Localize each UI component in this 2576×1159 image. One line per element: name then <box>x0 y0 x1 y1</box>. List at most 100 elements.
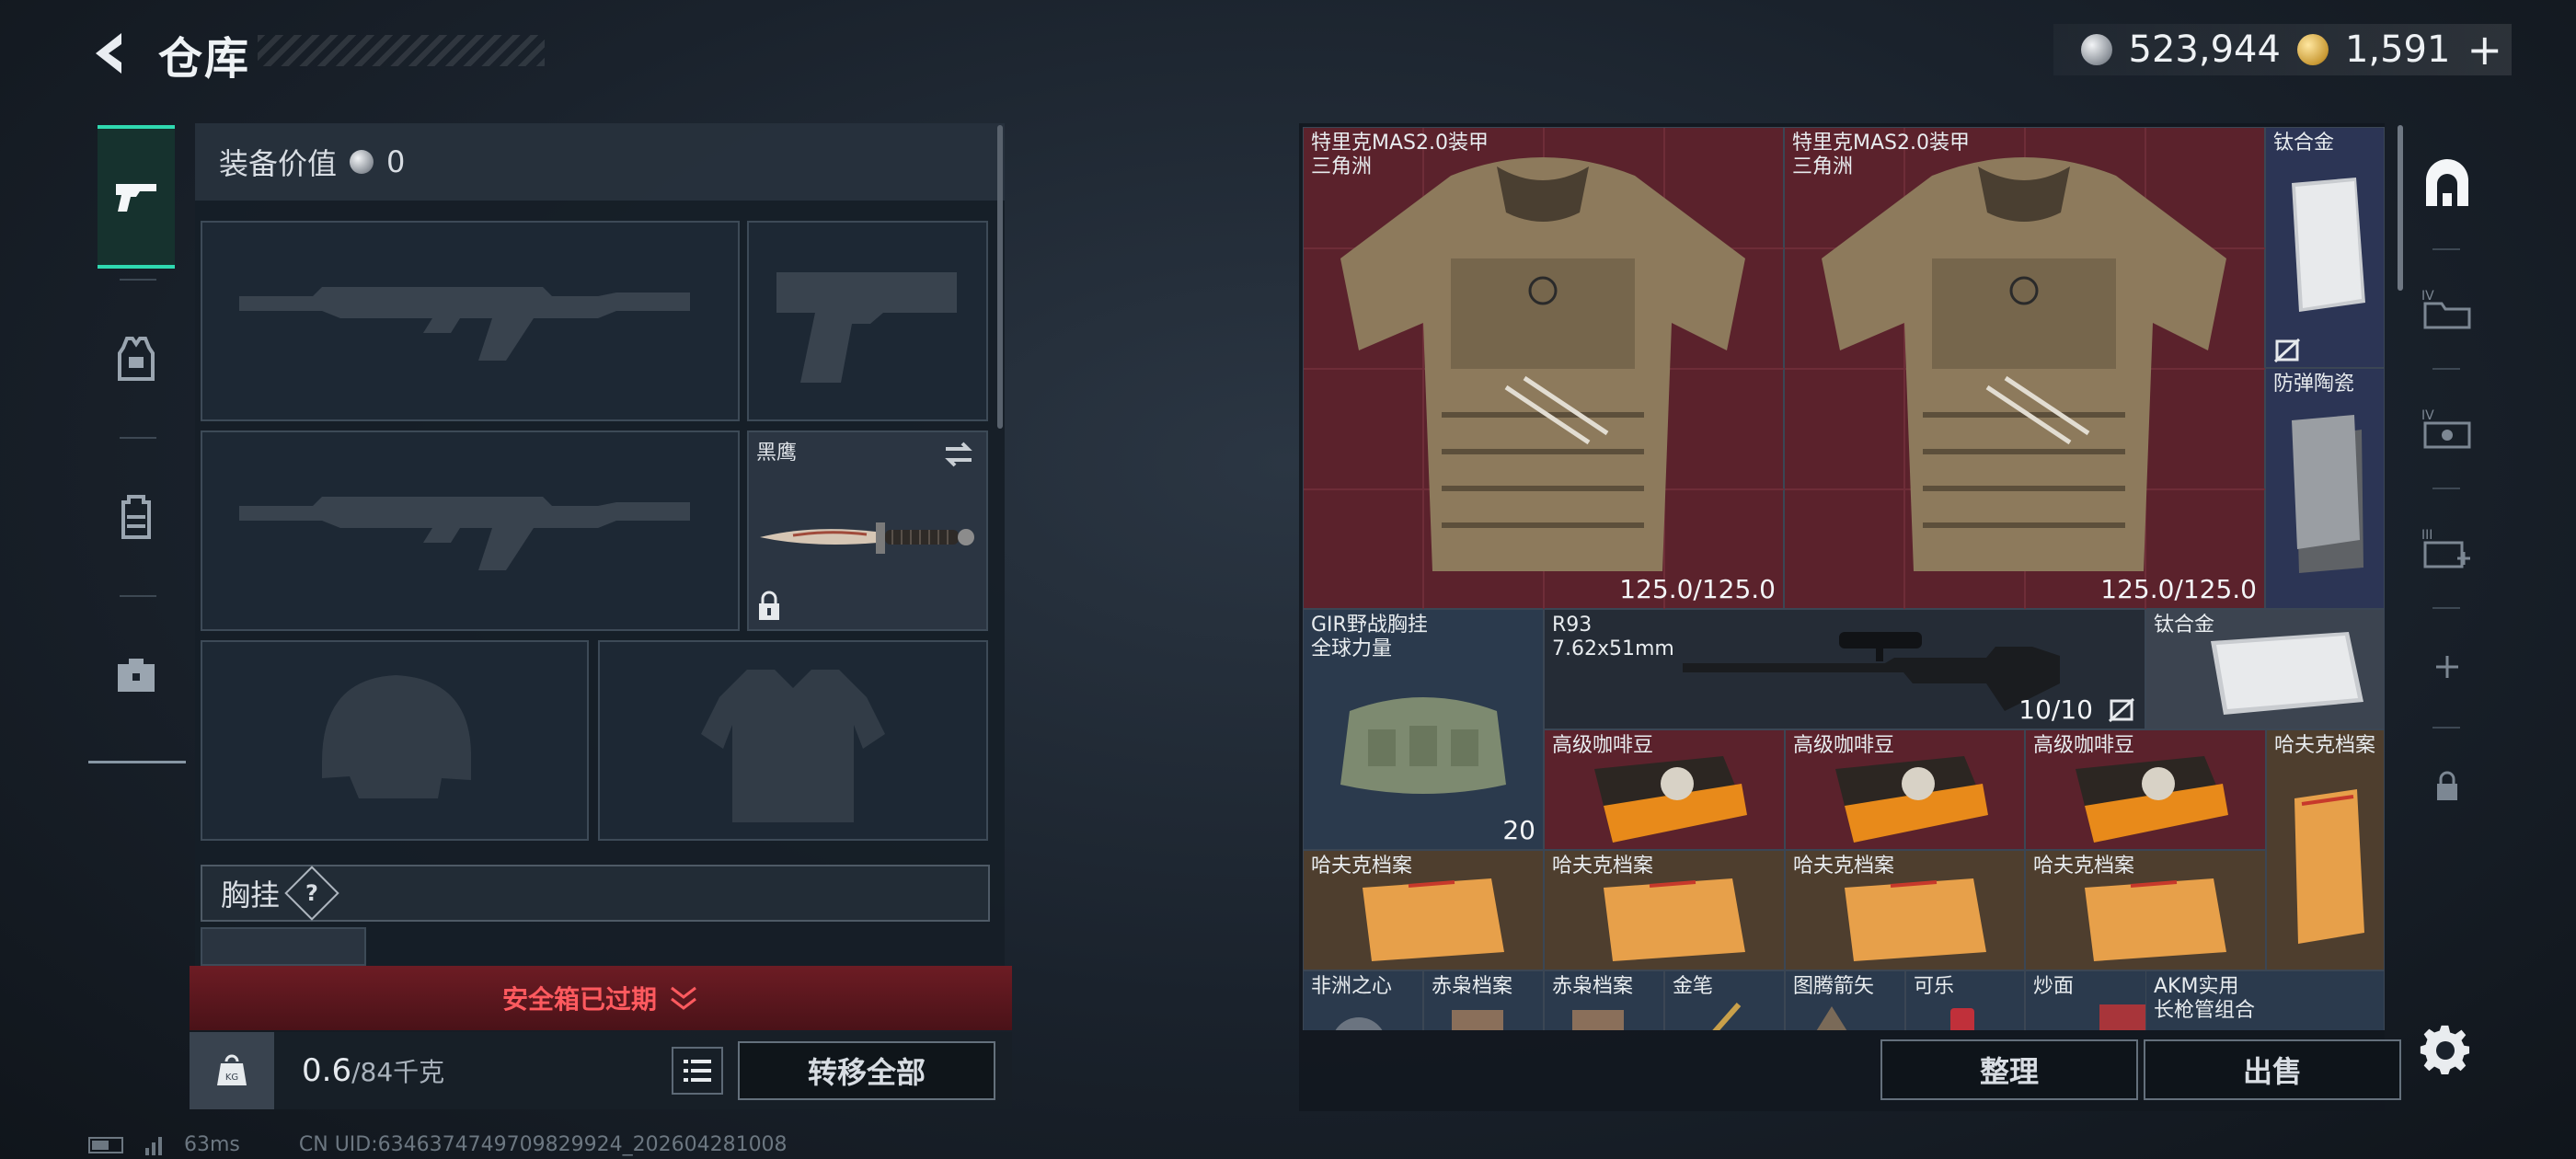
ping-value: 63ms <box>184 1133 240 1156</box>
stash-item-akm-barrel[interactable]: AKM实用 长枪管组合 <box>2145 970 2385 1030</box>
stash-item-haavk-file[interactable]: 哈夫克档案 <box>1785 850 2025 970</box>
primary-weapon-slot-2[interactable] <box>201 430 740 631</box>
stash-item-coffee-beans[interactable]: 高级咖啡豆 <box>2025 729 2266 850</box>
title-decoration <box>258 35 545 66</box>
list-view-button[interactable] <box>672 1047 723 1095</box>
chest-rig-slot[interactable] <box>201 927 366 966</box>
can-icon <box>1950 1008 1974 1030</box>
stash-grid: 特里克MAS2.0装甲 三角洲 125.0/125.0 特里克MAS2.0装甲 … <box>1303 127 2385 1030</box>
silver-currency-value: 523,944 <box>2128 29 2281 71</box>
melee-item-name: 黑鹰 <box>756 442 798 465</box>
iv-folder-icon: IV <box>2421 289 2471 329</box>
coffee-bag-icon <box>1835 756 1988 843</box>
stash-item-haavk-file[interactable]: 哈夫克档案 <box>2025 850 2266 970</box>
stash-item-heart-of-africa[interactable]: 非洲之心 <box>1303 970 1423 1030</box>
add-currency-button[interactable]: + <box>2467 29 2502 71</box>
sniper-rifle-icon <box>1683 632 2060 711</box>
lock-icon <box>2437 771 2457 800</box>
item-name: 钛合金 <box>2273 132 2335 155</box>
svg-text:IV: IV <box>2421 408 2434 423</box>
chevron-down-icon <box>671 986 696 1010</box>
pistol-slot[interactable] <box>747 221 988 421</box>
back-arrow-icon[interactable] <box>85 28 136 79</box>
settings-gear-icon[interactable] <box>2418 1023 2473 1078</box>
stash-item-haavk-file[interactable]: 哈夫克档案 <box>1544 850 1785 970</box>
document-folder-icon <box>1845 878 1986 961</box>
document-folder-icon <box>1604 878 1745 961</box>
briefcase-icon <box>118 659 155 692</box>
nav-briefcase[interactable] <box>98 603 175 747</box>
document-icon <box>1452 1010 1503 1030</box>
stash-scrollbar[interactable] <box>2398 125 2403 291</box>
item-name: GIR野战胸挂 全球力量 <box>1311 614 1428 660</box>
stash-item-red-owl-file[interactable]: 赤枭档案 <box>1544 970 1664 1030</box>
item-name: R93 7.62x51mm <box>1552 614 1674 660</box>
item-name: 图腾箭矢 <box>1793 975 1875 998</box>
item-name: 哈夫克档案 <box>2274 734 2376 757</box>
item-durability: 125.0/125.0 <box>1619 574 1776 604</box>
stash-item-chest-rig[interactable]: GIR野战胸挂 全球力量 20 <box>1303 609 1544 850</box>
not-tradeable-icon <box>2108 697 2135 723</box>
helmet-silhouette-icon <box>322 675 471 798</box>
armor-vest-icon <box>1340 157 1745 571</box>
item-name: 金笔 <box>1673 975 1714 998</box>
body-armor-slot[interactable] <box>598 640 988 841</box>
transfer-all-button[interactable]: 转移全部 <box>738 1041 995 1100</box>
stash-item-haavk-file[interactable]: 哈夫克档案 <box>1303 850 1544 970</box>
stash-item-haavk-file[interactable]: 哈夫克档案 <box>2266 729 2385 970</box>
stash-item-red-owl-file[interactable]: 赤枭档案 <box>1423 970 1544 1030</box>
armor-vest-icon <box>1822 157 2226 571</box>
swap-icon[interactable] <box>940 440 977 469</box>
primary-weapon-slot-1[interactable] <box>201 221 740 421</box>
stash-item-armor-1[interactable]: 特里克MAS2.0装甲 三角洲 125.0/125.0 <box>1303 127 1785 610</box>
add-stash-tab-button[interactable] <box>2412 616 2482 717</box>
equipment-value-label: 装备价值 <box>219 146 338 181</box>
stash-item-titanium[interactable]: 钛合金 <box>2265 127 2385 368</box>
currency-bar: 523,944 1,591 + <box>2053 24 2512 75</box>
stash-tab-medical[interactable]: III <box>2412 497 2482 598</box>
sell-button[interactable]: 出售 <box>2144 1039 2401 1100</box>
item-count: 20 <box>1502 815 1535 845</box>
stash-item-ceramic[interactable]: 防弹陶瓷 <box>2265 368 2385 609</box>
nav-armor[interactable] <box>98 287 175 430</box>
equipment-value-header: 装备价值 0 <box>195 123 1005 201</box>
safe-box-expired-banner[interactable]: 安全箱已过期 <box>190 966 1012 1030</box>
stash-item-coffee-beans[interactable]: 高级咖啡豆 <box>1544 729 1785 850</box>
nav-backpack[interactable] <box>98 445 175 589</box>
stash-tab-iv-cards[interactable]: IV <box>2412 377 2482 478</box>
iv-card-icon: IV <box>2421 408 2471 449</box>
document-folder-icon <box>1363 878 1504 961</box>
stash-item-armor-2[interactable]: 特里克MAS2.0装甲 三角洲 125.0/125.0 <box>1784 127 2266 610</box>
armor-silhouette-icon <box>701 670 885 822</box>
sort-button[interactable]: 整理 <box>1880 1039 2138 1100</box>
status-line: 63ms CN UID:6346374749709829924_20260428… <box>88 1133 788 1156</box>
safe-box-expired-text: 安全箱已过期 <box>501 984 657 1015</box>
plus-icon <box>2436 656 2458 678</box>
item-name: 防弹陶瓷 <box>2273 373 2355 396</box>
gold-currency-value: 1,591 <box>2344 29 2451 71</box>
helmet-slot[interactable] <box>201 640 589 841</box>
equipment-category-nav <box>88 118 186 763</box>
rifle-silhouette-icon <box>239 497 690 570</box>
stash-item-gold-pen[interactable]: 金笔 <box>1664 970 1785 1030</box>
arrow-icon <box>1816 1006 1847 1030</box>
stash-tab-main[interactable] <box>2412 132 2482 234</box>
weight-value: 0.6/84千克 <box>302 1052 445 1089</box>
equipment-scrollbar[interactable] <box>997 125 1003 429</box>
lock-icon <box>759 591 779 620</box>
item-name: 赤枭档案 <box>1552 975 1634 998</box>
stash-item-r93-rifle[interactable]: R93 7.62x51mm 10/10 <box>1544 609 2145 729</box>
stash-item-cola[interactable]: 可乐 <box>1905 970 2025 1030</box>
document-folder-icon <box>2294 789 2364 944</box>
locked-stash-tab[interactable] <box>2412 736 2482 837</box>
stash-tab-iv-folder[interactable]: IV <box>2412 258 2482 359</box>
nav-weapons[interactable] <box>98 125 175 269</box>
melee-slot[interactable]: 黑鹰 <box>747 430 988 631</box>
stash-item-coffee-beans[interactable]: 高级咖啡豆 <box>1785 729 2025 850</box>
stash-item-totem-arrow[interactable]: 图腾箭矢 <box>1785 970 1905 1030</box>
stash-item-titanium[interactable]: 钛合金 <box>2145 609 2385 729</box>
silver-coin-icon <box>350 150 374 174</box>
titanium-plate-icon <box>2292 178 2365 312</box>
ceramic-plate-icon <box>2292 415 2363 573</box>
help-icon[interactable]: ? <box>284 866 339 921</box>
